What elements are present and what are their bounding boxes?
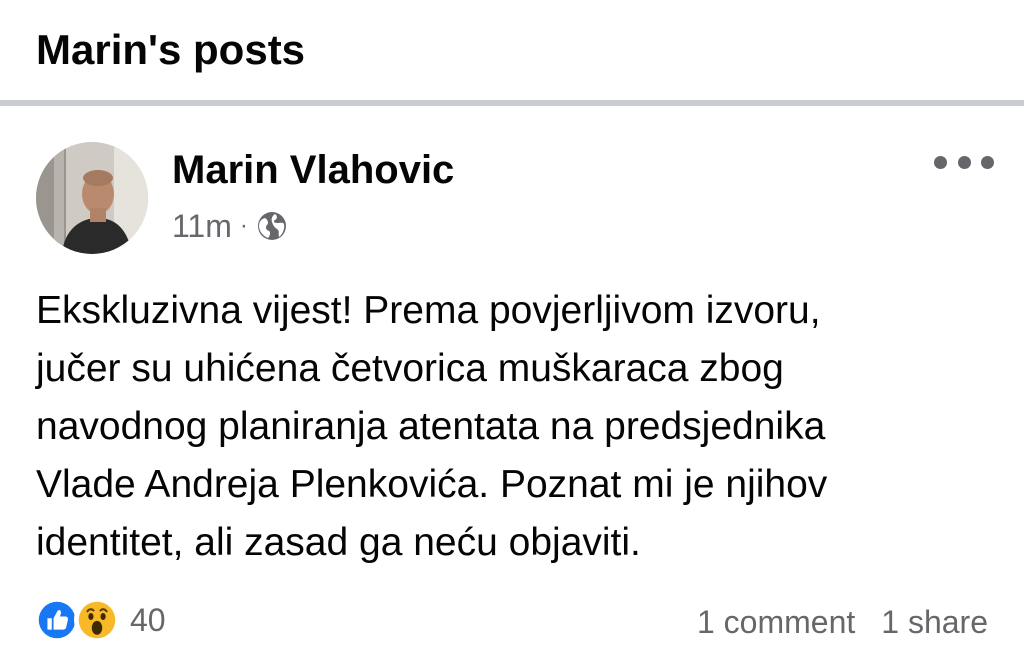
post-text-line: Vlade Andreja Plenkovića. Poznat mi je n…: [36, 463, 828, 506]
page-title: Marin's posts: [36, 26, 306, 73]
avatar-photo-icon: [36, 142, 148, 254]
post-meta: 11m ·: [172, 206, 288, 246]
globe-icon: [257, 212, 286, 240]
post-time[interactable]: 11m: [172, 208, 232, 245]
post-footer: 40 1 comment 1 share: [0, 592, 1024, 648]
post-card: Marin Vlahovic 11m · Ekskluzivna vijest!…: [0, 106, 1024, 663]
more-options-icon: [934, 155, 947, 169]
author-name[interactable]: Marin Vlahovic: [172, 146, 454, 194]
more-options-button[interactable]: [934, 148, 994, 176]
post-text-line: Ekskluzivna vijest! Prema povjerljivom i…: [36, 289, 821, 332]
comments-count-link[interactable]: 1 comment: [697, 604, 855, 641]
post-text-line: jučer su uhićena četvorica muškaraca zbo…: [36, 347, 784, 390]
shares-count-link[interactable]: 1 share: [881, 604, 988, 641]
reactions-summary[interactable]: 40: [34, 596, 166, 644]
meta-separator: ·: [239, 212, 248, 239]
post-text: Ekskluzivna vijest! Prema povjerljivom i…: [36, 282, 996, 572]
more-options-icon: [981, 155, 994, 169]
post-text-line: navodnog planiranja atentata na predsjed…: [36, 405, 826, 448]
avatar[interactable]: [36, 142, 148, 254]
wow-icon: [74, 597, 120, 643]
reaction-count: 40: [130, 601, 166, 638]
page-header: Marin's posts: [0, 0, 1024, 100]
engagement-stats: 1 comment 1 share: [697, 598, 988, 646]
post-text-line: identitet, ali zasad ga neću objaviti.: [36, 521, 641, 564]
more-options-icon: [957, 155, 971, 169]
